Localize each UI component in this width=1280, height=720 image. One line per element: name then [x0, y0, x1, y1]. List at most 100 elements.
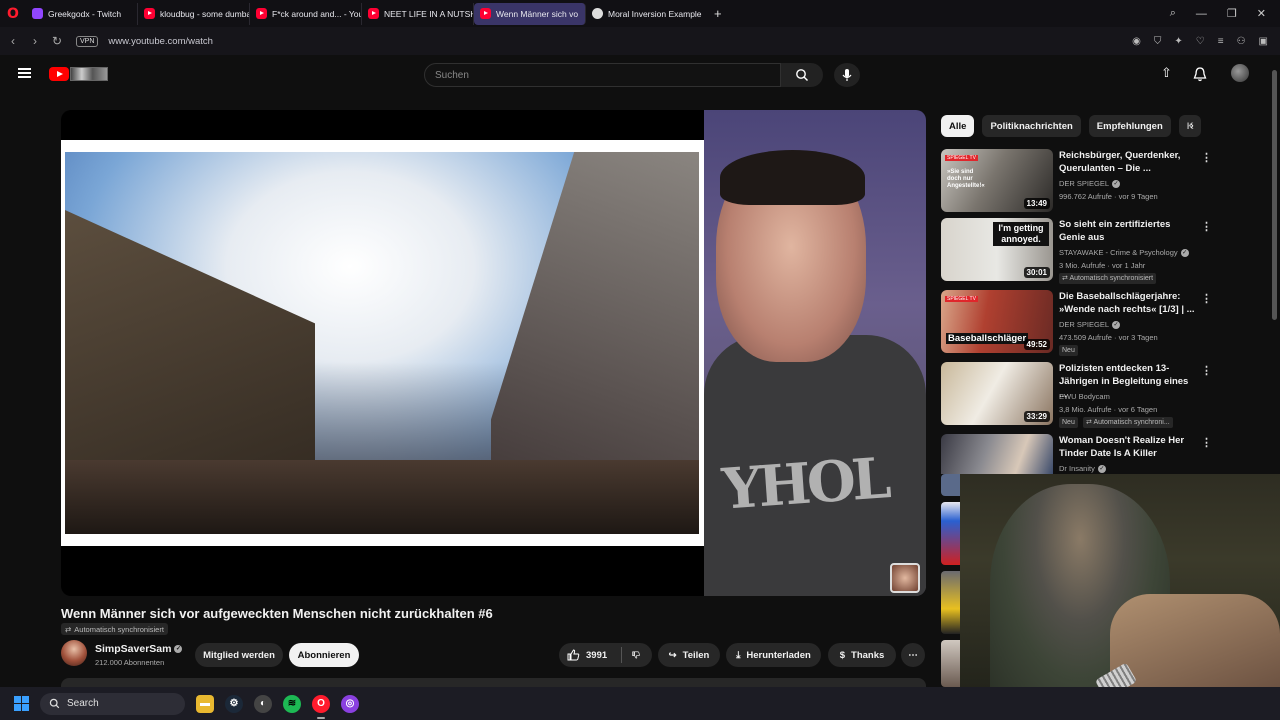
recommendation-item[interactable]: SPIEGEL TV »Sie sind doch nur Angestellt…: [941, 149, 1263, 213]
recommendation-item[interactable]: Woman Doesn't Realize Her Tinder Date Is…: [941, 434, 1263, 474]
verified-check-icon: ✓: [1112, 321, 1121, 330]
description-box[interactable]: [61, 678, 926, 687]
channel-name[interactable]: SimpSaverSam: [95, 643, 171, 655]
sync-badge-label: Automatisch synchronisiert: [74, 624, 164, 634]
upload-icon[interactable]: ⇧: [1161, 65, 1172, 81]
search-input[interactable]: Suchen: [424, 63, 781, 87]
vpn-badge[interactable]: VPN: [76, 35, 99, 47]
shield-icon[interactable]: ⛉: [1154, 36, 1162, 47]
notifications-bell-icon[interactable]: [1193, 67, 1207, 82]
youtube-icon: [144, 8, 155, 19]
close-icon[interactable]: ✕: [1257, 7, 1266, 20]
rec-title[interactable]: Reichsbürger, Querdenker, Querulanten – …: [1059, 149, 1197, 175]
more-vertical-icon[interactable]: ⋮: [1201, 364, 1212, 377]
back-icon[interactable]: ‹: [2, 34, 24, 48]
channel-name-row[interactable]: SimpSaverSam ✓: [95, 643, 183, 655]
like-button[interactable]: 3991: [567, 649, 607, 661]
extensions-icon[interactable]: ✦: [1174, 36, 1182, 47]
voice-search-button[interactable]: [834, 63, 860, 87]
camera-icon[interactable]: ◉: [1132, 36, 1141, 47]
join-button[interactable]: Mitglied werden: [195, 643, 283, 667]
thumbs-down-icon[interactable]: [632, 649, 640, 661]
partial-thumbnail[interactable]: [941, 502, 961, 565]
rec-title[interactable]: So sieht ein zertifiziertes Genie aus: [1059, 218, 1197, 244]
more-vertical-icon[interactable]: ⋮: [1201, 151, 1212, 164]
video-thumbnail[interactable]: [941, 434, 1053, 474]
browser-tab[interactable]: Moral Inversion Example: [586, 3, 706, 25]
share-label: Teilen: [682, 649, 710, 661]
more-vertical-icon[interactable]: ⋮: [1201, 220, 1212, 233]
scrollbar-thumb[interactable]: [1272, 70, 1277, 320]
url-field[interactable]: www.youtube.com/watch: [108, 36, 213, 47]
partial-thumbnail[interactable]: [941, 474, 961, 496]
hamburger-menu-icon[interactable]: [18, 68, 31, 78]
menu-icon[interactable]: ≡: [1218, 36, 1224, 47]
new-tab-icon[interactable]: +: [706, 6, 730, 21]
partial-thumbnail[interactable]: [941, 571, 961, 634]
opera-browser-icon[interactable]: O: [312, 694, 330, 719]
chevron-right-icon[interactable]: ›: [1190, 120, 1194, 132]
recommendation-item[interactable]: I'm getting annoyed. 30:01 So sieht ein …: [941, 218, 1263, 284]
steam-icon[interactable]: ⚙: [225, 694, 243, 713]
reactor-camera: YHOL: [704, 110, 926, 596]
youtube-icon: [368, 8, 379, 19]
windows-start-icon[interactable]: [14, 696, 29, 711]
minimize-icon[interactable]: —: [1196, 8, 1207, 20]
download-label: Herunterladen: [746, 649, 811, 661]
cube-icon[interactable]: ▣: [1259, 36, 1268, 47]
rec-title[interactable]: Woman Doesn't Realize Her Tinder Date Is…: [1059, 434, 1197, 460]
rec-channel: STAYAWAKE - Crime & Psychology ✓: [1059, 248, 1189, 258]
video-thumbnail[interactable]: 33:29: [941, 362, 1053, 425]
forward-icon[interactable]: ›: [24, 34, 46, 48]
maximize-icon[interactable]: ❐: [1227, 7, 1237, 20]
subscribe-button[interactable]: Abonnieren: [289, 643, 359, 667]
thanks-button[interactable]: $ Thanks: [828, 643, 896, 667]
account-avatar[interactable]: [1231, 64, 1249, 82]
profile-icon[interactable]: ⚇: [1237, 36, 1246, 47]
video-player[interactable]: YHOL: [61, 110, 926, 596]
spotify-icon[interactable]: ≋: [283, 694, 301, 713]
search-button[interactable]: [781, 63, 823, 87]
rec-channel: DER SPIEGEL ✓: [1059, 179, 1121, 189]
chip-politics[interactable]: Politiknachrichten: [982, 115, 1081, 137]
channel-watermark[interactable]: [890, 563, 920, 593]
opera-logo-icon[interactable]: O: [0, 0, 26, 27]
heart-icon[interactable]: ♡: [1196, 36, 1205, 47]
clip-street-crowd: [65, 460, 699, 534]
recommendation-item[interactable]: 33:29 Polizisten entdecken 13-Jährigen i…: [941, 362, 1263, 428]
subscriber-count: 212.000 Abonnenten: [95, 658, 165, 667]
download-button[interactable]: ⤓ Herunterladen: [726, 643, 821, 667]
youtube-logo-icon[interactable]: [49, 67, 69, 81]
browser-tab[interactable]: F*ck around and... - YouTu: [250, 2, 362, 25]
file-explorer-icon[interactable]: ▬: [196, 694, 214, 713]
more-horizontal-icon: ⋯: [908, 649, 918, 661]
rec-title[interactable]: Die Baseballschlägerjahre: »Wende nach r…: [1059, 290, 1197, 316]
rec-views: 473.509 Aufrufe · vor 3 Tagen: [1059, 333, 1158, 342]
more-actions-button[interactable]: ⋯: [901, 643, 925, 667]
browser-tab[interactable]: kloudbug - some dumbas: [138, 2, 250, 25]
share-button[interactable]: ↪ Teilen: [658, 643, 720, 667]
chip-all[interactable]: Alle: [941, 115, 975, 137]
twitch-icon: [32, 8, 43, 19]
video-thumbnail[interactable]: I'm getting annoyed. 30:01: [941, 218, 1053, 281]
rec-views: 996.762 Aufrufe · vor 9 Tagen: [1059, 192, 1158, 201]
browser-tab[interactable]: NEET LIFE IN A NUTSHELL: [362, 2, 474, 25]
taskbar-apps: ▬ ⚙ ◐ ≋ O ◎: [196, 694, 359, 719]
video-thumbnail[interactable]: SPIEGEL TV Baseballschläger 49:52: [941, 290, 1053, 353]
more-vertical-icon[interactable]: ⋮: [1201, 436, 1212, 449]
more-vertical-icon[interactable]: ⋮: [1201, 292, 1212, 305]
thanks-label: Thanks: [851, 649, 885, 661]
gaming-app-icon[interactable]: ◐: [254, 694, 272, 713]
browser-tab[interactable]: Greekgodx - Twitch: [26, 2, 138, 25]
chip-recommendations[interactable]: Empfehlungen: [1088, 115, 1171, 137]
reload-icon[interactable]: ↻: [46, 34, 68, 48]
purple-app-icon[interactable]: ◎: [341, 694, 359, 713]
browser-tab-active[interactable]: Wenn Männer sich vo: [474, 2, 586, 25]
taskbar-search[interactable]: Search: [40, 692, 185, 715]
doodle-logo[interactable]: [70, 67, 108, 81]
video-thumbnail[interactable]: SPIEGEL TV »Sie sind doch nur Angestellt…: [941, 149, 1053, 212]
search-tabs-icon[interactable]: ⌕: [1170, 7, 1176, 20]
channel-avatar[interactable]: [61, 640, 87, 666]
recommendation-item[interactable]: SPIEGEL TV Baseballschläger 49:52 Die Ba…: [941, 290, 1263, 356]
partial-thumbnail[interactable]: [941, 640, 961, 687]
